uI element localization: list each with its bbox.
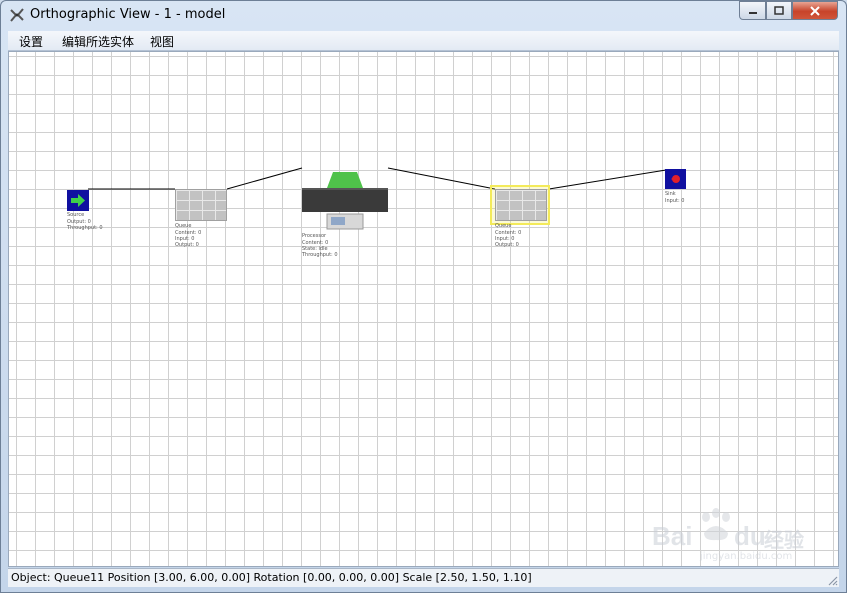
- watermark-cn: 经验: [764, 528, 804, 552]
- queue-stat: Output: 0: [495, 242, 519, 248]
- sink-label: Sink: [665, 191, 676, 197]
- connector-queue-sink: [548, 169, 667, 190]
- baidu-paw-icon: [702, 508, 730, 541]
- processor-stat: Throughput: 0: [302, 252, 338, 258]
- resize-grip-icon[interactable]: [826, 574, 838, 586]
- source-label: Source: [67, 212, 85, 218]
- connector-processor-queue: [387, 167, 496, 190]
- menu-edit-selected[interactable]: 编辑所选实体: [62, 33, 134, 50]
- connector-queue-processor: [226, 167, 303, 190]
- watermark-brand: Bai: [652, 521, 693, 551]
- window-title: Orthographic View - 1 - model: [30, 7, 226, 22]
- arrow-right-icon: [71, 194, 85, 207]
- queue-label: Queue: [175, 223, 192, 229]
- queue-object-selected[interactable]: [495, 189, 547, 221]
- connectors: [88, 167, 667, 190]
- menu-settings[interactable]: 设置: [19, 33, 43, 50]
- close-button[interactable]: [792, 1, 838, 20]
- maximize-icon: [774, 6, 784, 15]
- orthographic-view-window: Orthographic View - 1 - model 设置 编辑所选实体 …: [0, 0, 847, 593]
- queue-object[interactable]: [175, 189, 227, 221]
- minimize-button[interactable]: [739, 1, 766, 20]
- watermark-brand-suffix: du: [734, 521, 766, 551]
- source-stat: Throughput: 0: [67, 225, 103, 231]
- queue-label: Queue: [495, 223, 512, 229]
- sink-icon: [671, 175, 680, 183]
- status-text: Object: Queue11 Position [3.00, 6.00, 0.…: [11, 571, 532, 584]
- watermark-url: jingyan.baidu.com: [700, 551, 793, 562]
- minimize-icon: [748, 11, 757, 14]
- title-bar[interactable]: Orthographic View - 1 - model: [1, 1, 846, 31]
- model-canvas[interactable]: Source Output: 0 Throughput: 0 Queue Con…: [8, 51, 839, 567]
- processor-label: Processor: [302, 233, 327, 239]
- menu-bar: 设置 编辑所选实体 视图: [8, 31, 839, 51]
- sink-stat: Input: 0: [665, 198, 685, 204]
- queue-stat: Output: 0: [175, 242, 199, 248]
- close-icon: [810, 5, 820, 16]
- sink-object[interactable]: [665, 169, 686, 189]
- source-object[interactable]: [67, 190, 89, 211]
- app-icon: [10, 8, 24, 22]
- watermark: Bai du 经验 jingyan.baidu.com: [652, 507, 812, 567]
- maximize-button[interactable]: [766, 1, 792, 20]
- status-bar: Object: Queue11 Position [3.00, 6.00, 0.…: [8, 568, 839, 587]
- processor-body: [302, 172, 388, 230]
- processor-object[interactable]: [302, 172, 388, 232]
- menu-view[interactable]: 视图: [150, 33, 174, 50]
